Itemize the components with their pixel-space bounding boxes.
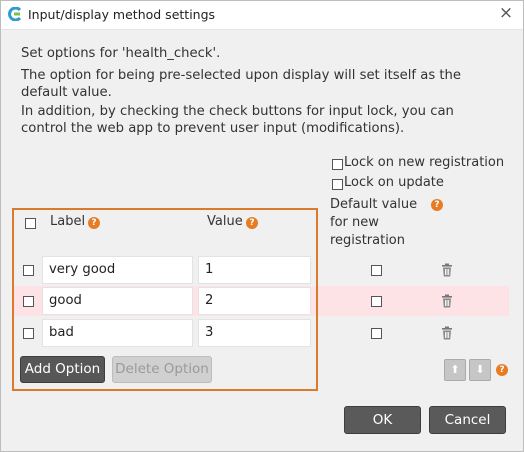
description-line-4: In addition, by checking the check butto… [21, 104, 454, 119]
label-column-header: Label [50, 214, 86, 229]
default-value-header-line-3: registration [330, 233, 406, 248]
lock-new-registration-checkbox[interactable] [332, 159, 343, 170]
trash-icon[interactable] [440, 294, 454, 308]
option-value-input[interactable]: 2 [198, 287, 311, 315]
option-value-input[interactable]: 1 [198, 256, 311, 284]
row-select-checkbox[interactable] [23, 328, 34, 339]
lock-update-label: Lock on update [344, 175, 444, 190]
default-value-help-icon[interactable]: ? [431, 199, 443, 211]
move-up-button[interactable]: ⬆ [444, 359, 466, 381]
close-icon[interactable]: × [497, 4, 515, 22]
cancel-button[interactable]: Cancel [429, 406, 506, 434]
option-label-input[interactable]: very good [42, 256, 193, 284]
ok-button[interactable]: OK [344, 406, 421, 434]
default-value-checkbox[interactable] [371, 328, 382, 339]
trash-icon[interactable] [440, 326, 454, 340]
default-value-header-line-1: Default value [330, 197, 418, 212]
description-line-1: Set options for 'health_check'. [21, 46, 221, 61]
option-value-input[interactable]: 3 [198, 319, 311, 347]
value-help-icon[interactable]: ? [246, 217, 258, 229]
trash-icon[interactable] [440, 263, 454, 277]
description-line-3: default value. [21, 85, 112, 100]
lock-update-checkbox[interactable] [332, 179, 343, 190]
delete-option-button[interactable]: Delete Option [112, 356, 212, 383]
row-select-checkbox[interactable] [23, 265, 34, 276]
default-value-checkbox[interactable] [371, 265, 382, 276]
select-all-checkbox[interactable] [25, 218, 36, 229]
label-help-icon[interactable]: ? [88, 217, 100, 229]
description-line-2: The option for being pre-selected upon d… [21, 68, 462, 83]
add-option-button[interactable]: Add Option [20, 356, 105, 383]
description-line-5: control the web app to prevent user inpu… [21, 121, 405, 136]
app-logo-icon [8, 7, 22, 21]
reorder-help-icon[interactable]: ? [496, 364, 508, 376]
title-bar: Input/display method settings × [1, 1, 523, 30]
window-title: Input/display method settings [28, 7, 216, 22]
option-label-input[interactable]: bad [42, 319, 193, 347]
value-column-header: Value [207, 214, 243, 229]
option-label-input[interactable]: good [42, 287, 193, 315]
default-value-header-line-2: for new [330, 215, 379, 230]
dialog-window: Input/display method settings × Set opti… [0, 0, 524, 452]
move-down-button[interactable]: ⬇ [469, 359, 491, 381]
default-value-checkbox[interactable] [371, 296, 382, 307]
lock-new-registration-label: Lock on new registration [344, 155, 505, 170]
row-select-checkbox[interactable] [23, 296, 34, 307]
